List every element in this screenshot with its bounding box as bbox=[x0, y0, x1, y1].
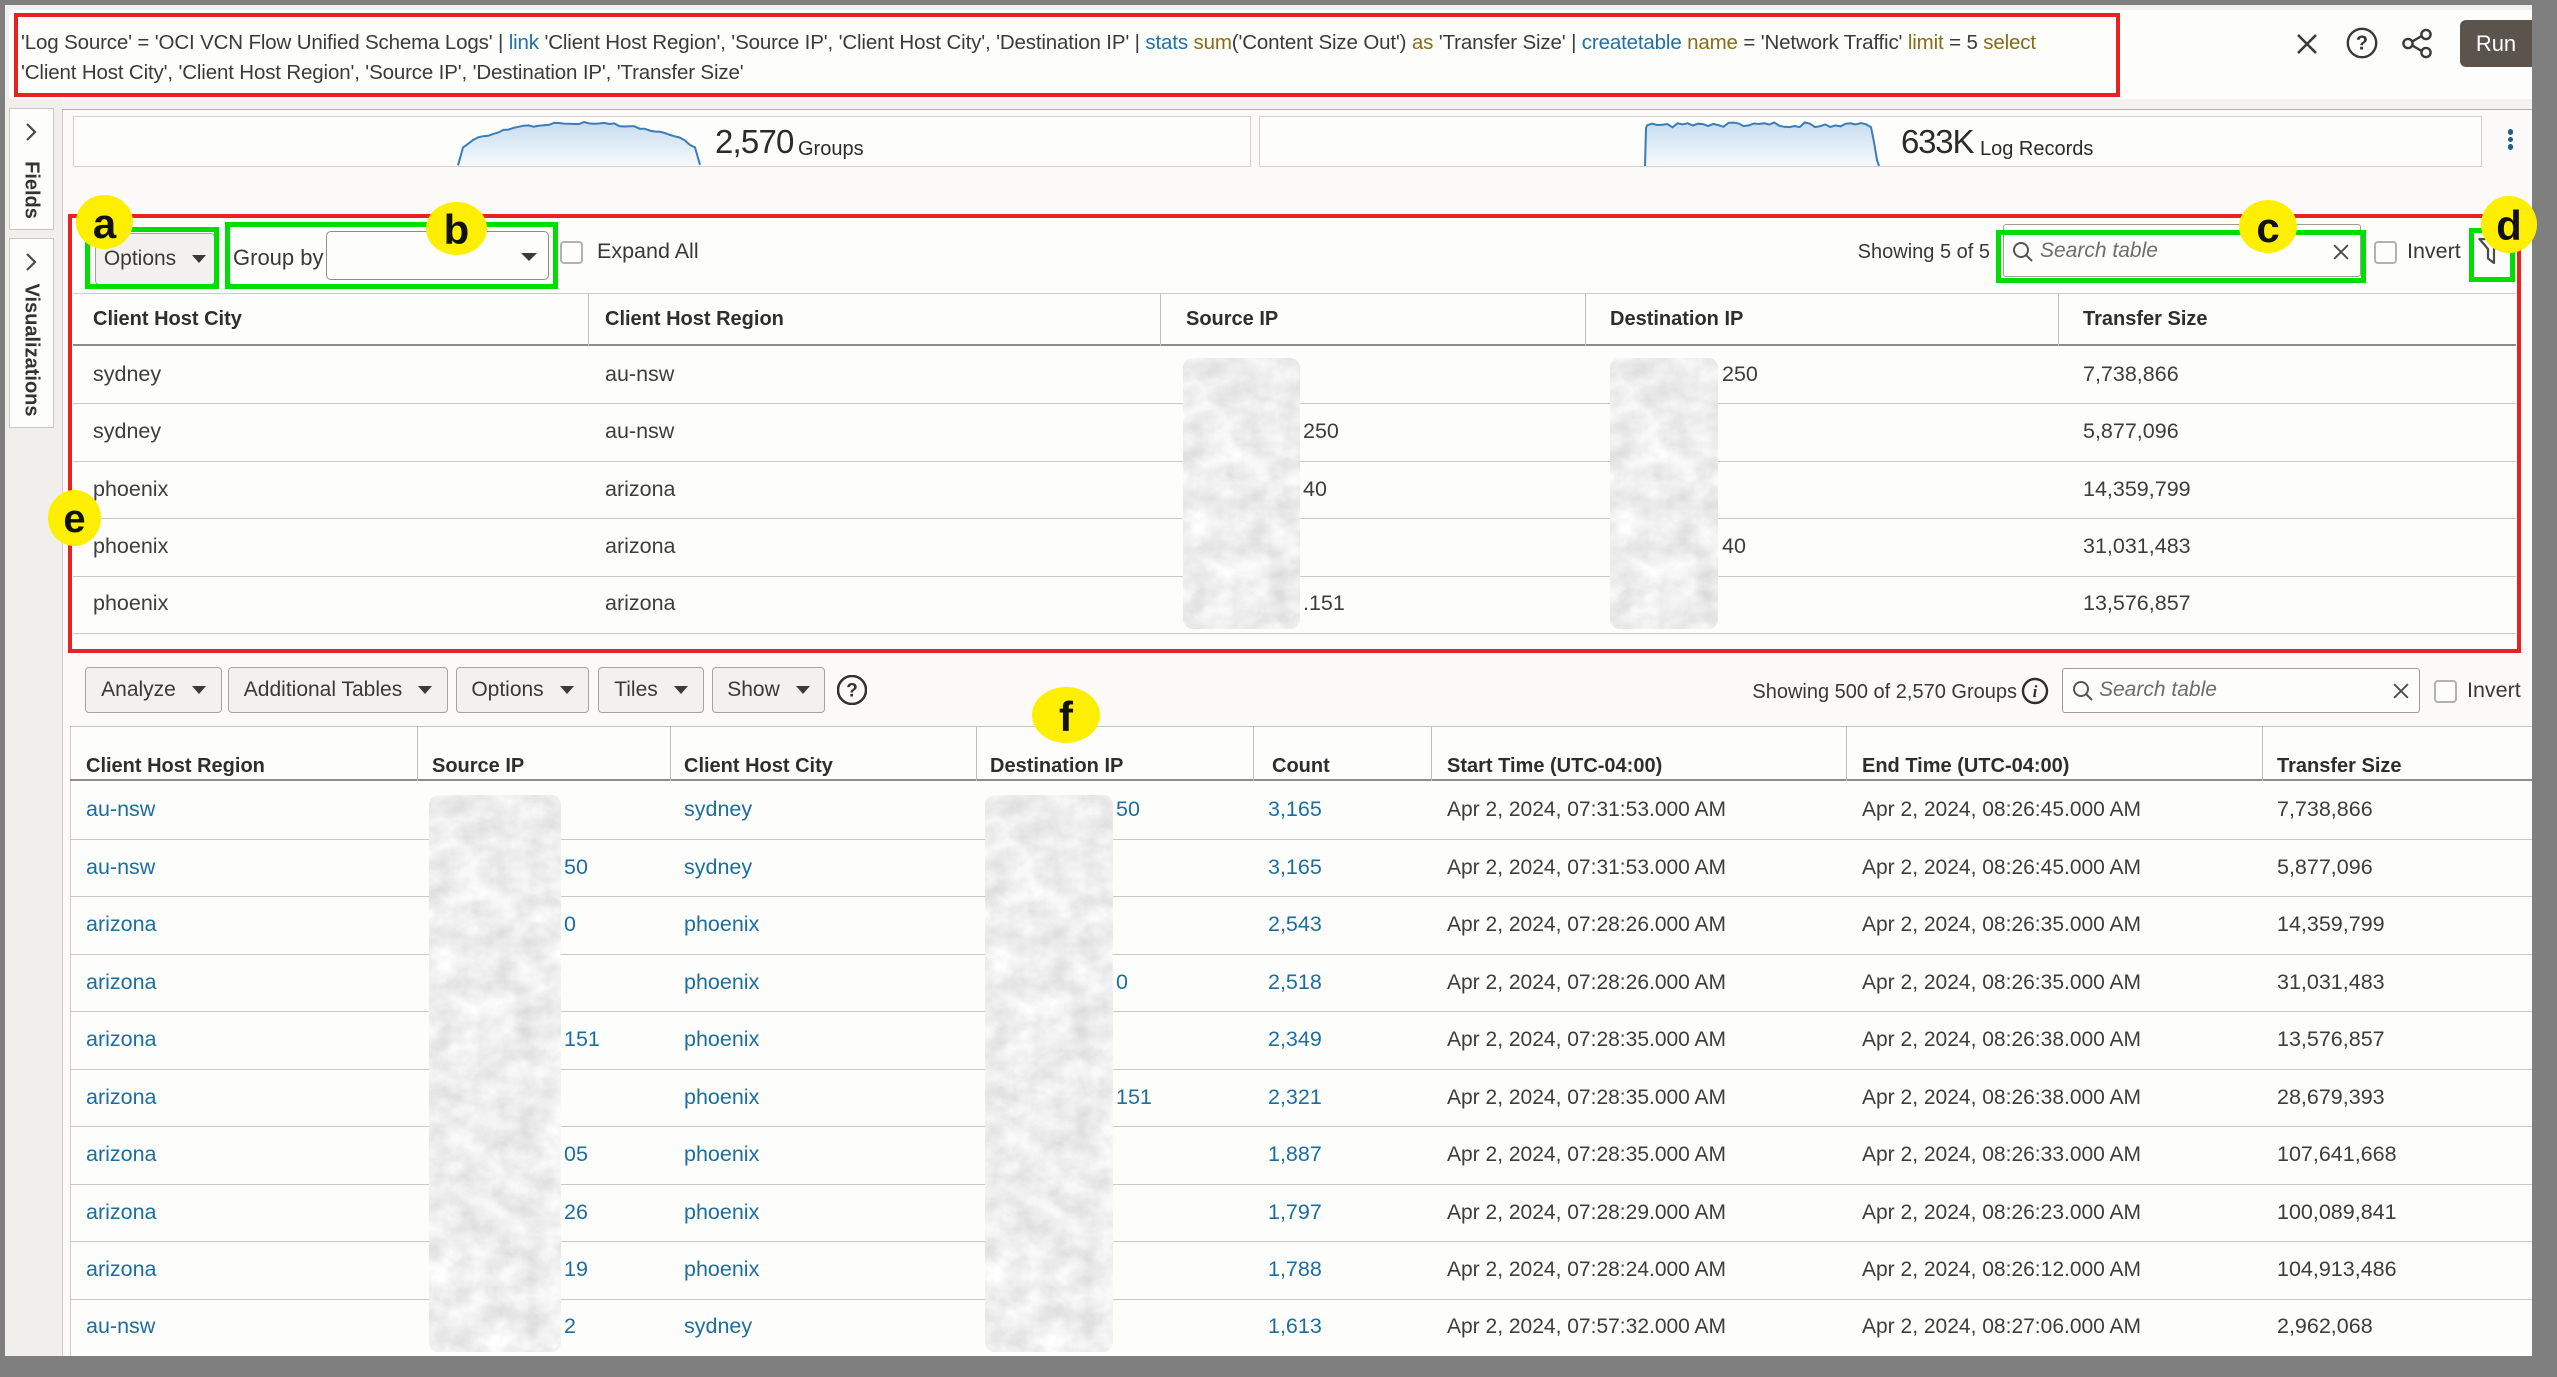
svg-text:?: ? bbox=[2356, 33, 2368, 55]
svg-text:i: i bbox=[2033, 682, 2038, 701]
svg-text:?: ? bbox=[846, 681, 858, 702]
